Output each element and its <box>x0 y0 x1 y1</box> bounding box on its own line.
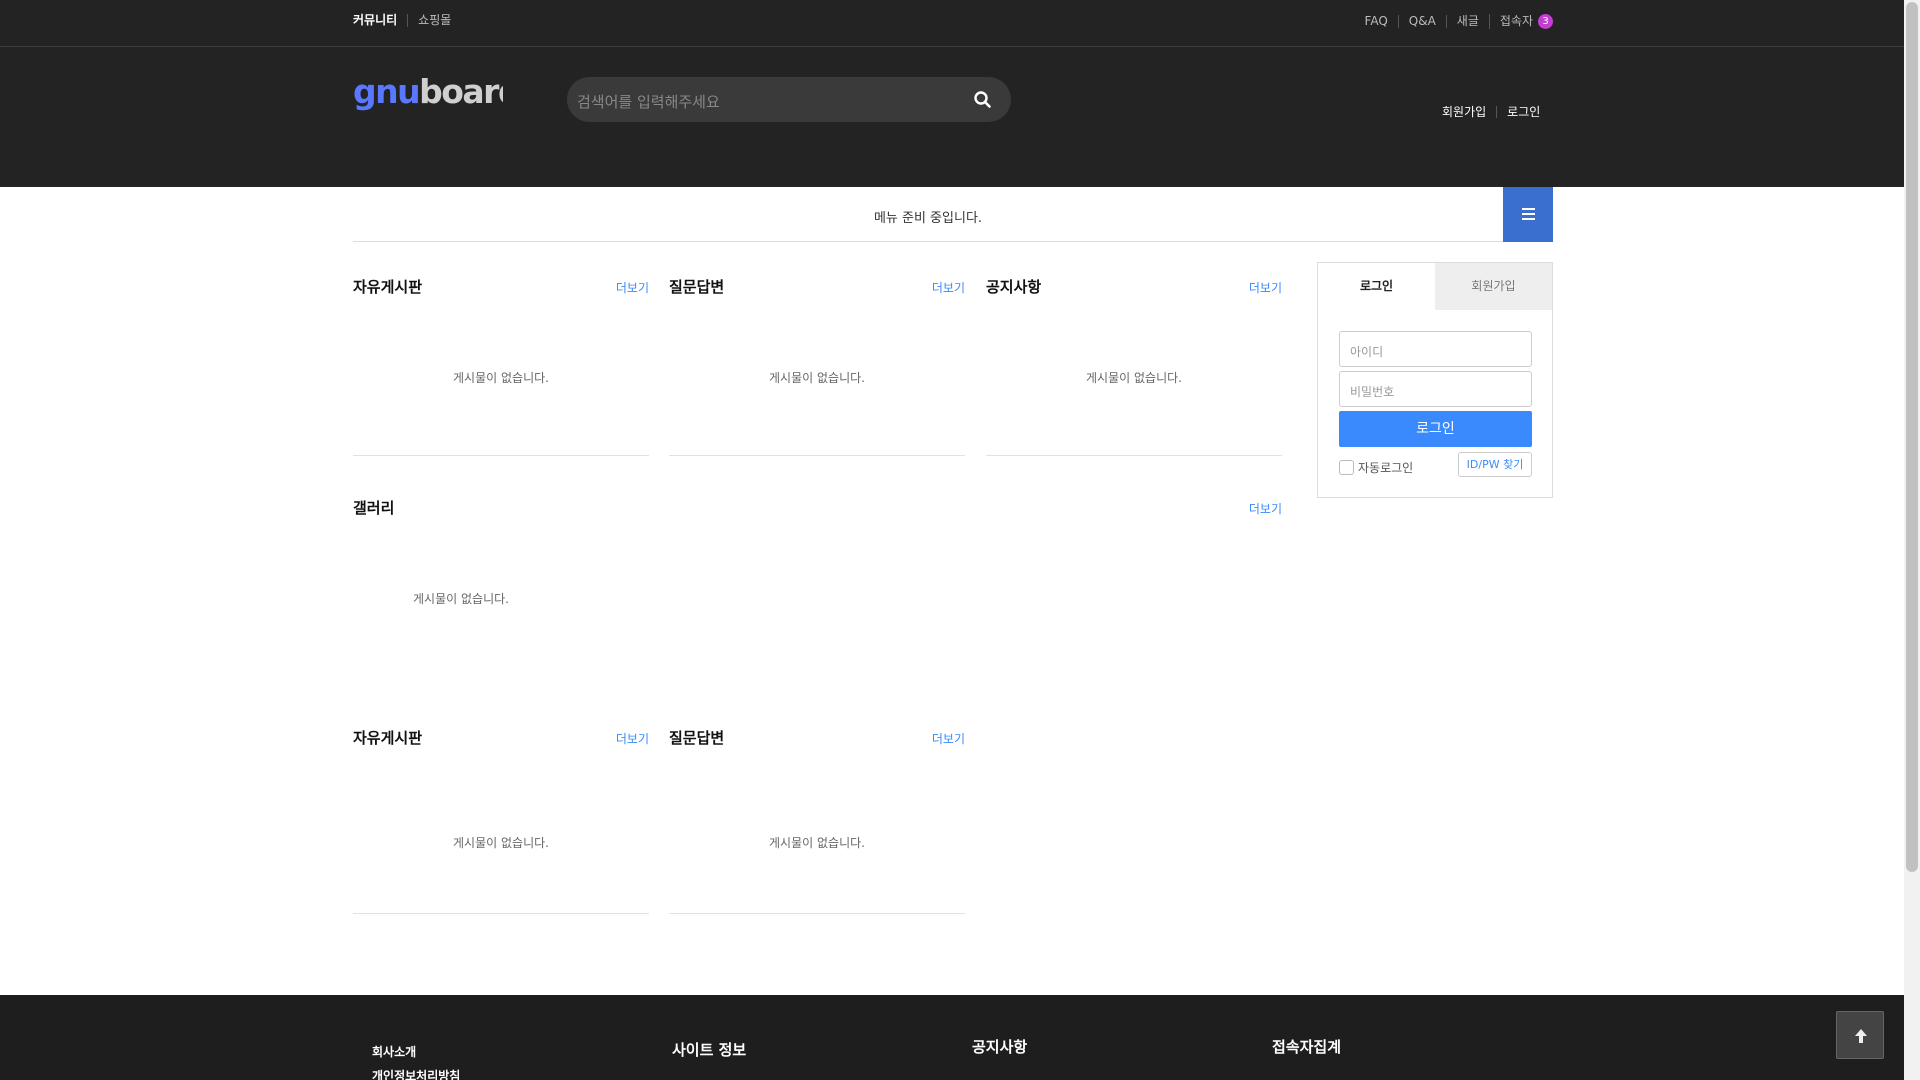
main-nav: 메뉴 준비 중입니다. <box>353 187 1553 242</box>
auto-login-label: 자동로그인 <box>1358 461 1414 475</box>
header: gnuboard 검색어를 입력해주세요 회원가입 로그인 <box>0 47 1904 187</box>
scrollbar[interactable] <box>1904 0 1920 1080</box>
password-placeholder: 비밀번호 <box>1350 385 1395 399</box>
top-left-links: 커뮤니티 쇼핑몰 <box>353 14 461 27</box>
board-title[interactable]: 갤러리 <box>353 497 394 518</box>
tab-join[interactable]: 회원가입 <box>1435 263 1552 310</box>
visitor-count-badge: 3 <box>1538 14 1553 29</box>
scrollbar-thumb[interactable] <box>1906 2 1918 872</box>
id-placeholder: 아이디 <box>1350 345 1384 359</box>
empty-message: 게시물이 없습니다. <box>1086 371 1182 385</box>
divider <box>669 913 965 914</box>
search-icon[interactable] <box>973 90 993 110</box>
id-field[interactable]: 아이디 <box>1339 331 1532 367</box>
board-notice: 공지사항 더보기 게시물이 없습니다. <box>986 276 1282 456</box>
about-link[interactable]: 회사소개 <box>372 1040 460 1064</box>
svg-text:gnuboard: gnuboard <box>353 73 503 111</box>
more-link[interactable]: 더보기 <box>616 279 649 296</box>
login-box: 로그인 회원가입 아이디 비밀번호 로그인 자동로그인 ID/PW 찾기 <box>1317 262 1553 498</box>
more-link[interactable]: 더보기 <box>616 730 649 747</box>
more-link[interactable]: 더보기 <box>932 730 965 747</box>
login-tabs: 로그인 회원가입 <box>1318 263 1552 310</box>
visitors-link[interactable]: 접속자 3 <box>1488 14 1553 29</box>
gnuboard-logo[interactable]: gnuboard <box>353 72 522 113</box>
top-bar: 커뮤니티 쇼핑몰 FAQ Q&A 새글 접속자 3 <box>0 0 1904 47</box>
tab-login[interactable]: 로그인 <box>1318 263 1435 310</box>
menu-notice: 메뉴 준비 중입니다. <box>873 211 983 226</box>
visitor-stats-heading: 접속자집계 <box>1272 1038 1342 1056</box>
more-link[interactable]: 더보기 <box>1249 279 1282 296</box>
divider <box>669 455 965 456</box>
empty-message: 게시물이 없습니다. <box>453 836 549 850</box>
more-link[interactable]: 더보기 <box>1249 500 1282 517</box>
empty-message: 게시물이 없습니다. <box>453 371 549 385</box>
search-input[interactable]: 검색어를 입력해주세요 <box>567 77 1011 122</box>
empty-message: 게시물이 없습니다. <box>413 592 509 606</box>
board-title[interactable]: 자유게시판 <box>353 276 422 297</box>
join-link[interactable]: 회원가입 <box>1436 106 1496 118</box>
board-gallery: 갤러리 더보기 게시물이 없습니다. <box>353 497 1282 687</box>
board-free: 자유게시판 더보기 게시물이 없습니다. <box>353 276 649 456</box>
top-right-links: FAQ Q&A 새글 접속자 3 <box>1355 14 1553 29</box>
footer: 회사소개 개인정보처리방침 사이트 정보 공지사항 접속자집계 <box>0 995 1904 1080</box>
divider <box>353 455 649 456</box>
board-qa-2: 질문답변 더보기 게시물이 없습니다. <box>669 727 965 914</box>
new-posts-link[interactable]: 새글 <box>1445 15 1489 28</box>
site-info-heading: 사이트 정보 <box>672 1041 747 1059</box>
back-to-top-button[interactable] <box>1836 1011 1884 1059</box>
login-submit-button[interactable]: 로그인 <box>1339 411 1532 447</box>
board-title[interactable]: 질문답변 <box>669 727 724 748</box>
divider <box>353 913 649 914</box>
empty-message: 게시물이 없습니다. <box>769 836 865 850</box>
board-free-2: 자유게시판 더보기 게시물이 없습니다. <box>353 727 649 914</box>
community-link[interactable]: 커뮤니티 <box>353 14 407 27</box>
menu-toggle-button[interactable] <box>1503 187 1553 242</box>
board-title[interactable]: 공지사항 <box>986 276 1041 297</box>
find-id-pw-button[interactable]: ID/PW 찾기 <box>1458 452 1532 477</box>
board-title[interactable]: 질문답변 <box>669 276 724 297</box>
divider <box>986 455 1282 456</box>
auto-login-checkbox[interactable] <box>1339 460 1354 475</box>
header-member-links: 회원가입 로그인 <box>1436 106 1550 118</box>
board-qa: 질문답변 더보기 게시물이 없습니다. <box>669 276 965 456</box>
notice-heading: 공지사항 <box>972 1038 1028 1056</box>
empty-message: 게시물이 없습니다. <box>769 371 865 385</box>
footer-links: 회사소개 개인정보처리방침 <box>372 1040 460 1080</box>
faq-link[interactable]: FAQ <box>1355 15 1398 28</box>
password-field[interactable]: 비밀번호 <box>1339 371 1532 407</box>
board-title[interactable]: 자유게시판 <box>353 727 422 748</box>
visitors-label: 접속자 <box>1499 14 1533 28</box>
shop-link[interactable]: 쇼핑몰 <box>407 14 461 27</box>
privacy-link[interactable]: 개인정보처리방침 <box>372 1064 460 1080</box>
qa-link[interactable]: Q&A <box>1397 15 1446 28</box>
auto-login[interactable]: 자동로그인 <box>1339 459 1413 476</box>
login-link[interactable]: 로그인 <box>1496 106 1550 118</box>
more-link[interactable]: 더보기 <box>932 279 965 296</box>
search-placeholder: 검색어를 입력해주세요 <box>577 93 720 111</box>
